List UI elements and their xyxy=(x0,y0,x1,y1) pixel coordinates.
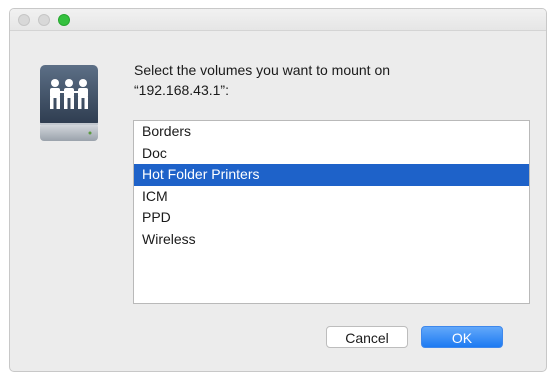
list-item-ppd[interactable]: PPD xyxy=(134,207,529,229)
zoom-window-button[interactable] xyxy=(58,14,70,26)
cancel-button[interactable]: Cancel xyxy=(326,326,408,348)
prompt-text: Select the volumes you want to mount on xyxy=(134,62,391,78)
title-bar[interactable] xyxy=(10,9,546,31)
list-item-hot-folder-printers[interactable]: Hot Folder Printers xyxy=(134,164,529,186)
shared-server-drive-icon xyxy=(40,65,98,141)
close-window-button[interactable] xyxy=(18,14,30,26)
list-item-borders[interactable]: Borders xyxy=(134,121,529,143)
list-item-wireless[interactable]: Wireless xyxy=(134,229,529,251)
list-item-icm[interactable]: ICM xyxy=(134,186,529,208)
minimize-window-button[interactable] xyxy=(38,14,50,26)
list-item-doc[interactable]: Doc xyxy=(134,143,529,165)
mount-prompt: Select the volumes you want to mount on … xyxy=(134,60,514,100)
ok-button[interactable]: OK xyxy=(421,326,503,348)
volume-list[interactable]: Borders Doc Hot Folder Printers ICM PPD … xyxy=(133,120,530,304)
server-address: “192.168.43.1”: xyxy=(134,82,229,98)
